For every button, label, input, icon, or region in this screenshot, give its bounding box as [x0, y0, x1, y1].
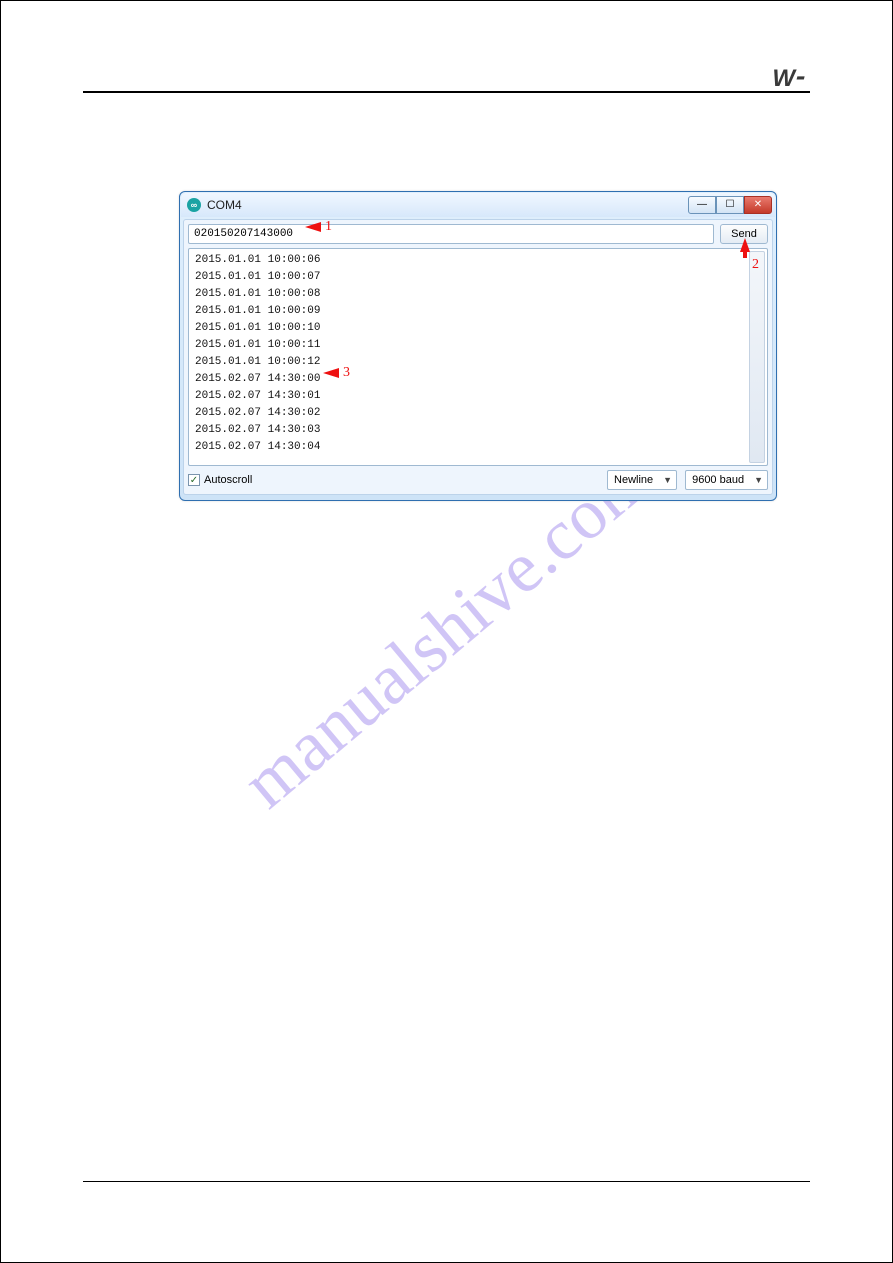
brand-glyph: W — [772, 65, 793, 92]
output-line: 2015.01.01 10:00:10 — [195, 320, 761, 337]
serial-monitor-window: ∞ COM4 — ☐ ✕ Send 2015.01.01 10:00:06 20… — [179, 191, 777, 501]
output-line: 2015.01.01 10:00:12 — [195, 354, 761, 371]
page-header-rule — [83, 73, 810, 93]
arduino-icon: ∞ — [187, 198, 201, 212]
page: W⁃ manualshive.com ∞ COM4 — ☐ ✕ Send 201… — [0, 0, 893, 1263]
output-line: 2015.01.01 10:00:11 — [195, 337, 761, 354]
titlebar[interactable]: ∞ COM4 — ☐ ✕ — [181, 193, 775, 217]
output-line: 2015.02.07 14:30:00 — [195, 371, 761, 388]
output-line: 2015.01.01 10:00:07 — [195, 269, 761, 286]
line-ending-value: Newline — [614, 474, 653, 486]
bottom-row: ✓ Autoscroll Newline ▼ 9600 baud ▼ — [188, 470, 768, 490]
serial-output[interactable]: 2015.01.01 10:00:06 2015.01.01 10:00:07 … — [188, 248, 768, 466]
output-line: 2015.01.01 10:00:08 — [195, 286, 761, 303]
annotation-arrow-1 — [305, 222, 321, 232]
window-content: Send 2015.01.01 10:00:06 2015.01.01 10:0… — [183, 219, 773, 495]
minimize-button[interactable]: — — [688, 196, 716, 214]
check-icon: ✓ — [188, 474, 200, 486]
autoscroll-label: Autoscroll — [204, 474, 252, 486]
chevron-down-icon: ▼ — [754, 475, 763, 485]
output-line: 2015.02.07 14:30:04 — [195, 439, 761, 456]
line-ending-select[interactable]: Newline ▼ — [607, 470, 677, 490]
baud-select[interactable]: 9600 baud ▼ — [685, 470, 768, 490]
output-line: 2015.01.01 10:00:09 — [195, 303, 761, 320]
output-line: 2015.02.07 14:30:02 — [195, 405, 761, 422]
annotation-num-2: 2 — [752, 257, 759, 273]
maximize-button[interactable]: ☐ — [716, 196, 744, 214]
annotation-num-1: 1 — [325, 219, 332, 235]
annotation-arrow-2-tail — [743, 252, 747, 258]
output-line: 2015.01.01 10:00:06 — [195, 252, 761, 269]
chevron-down-icon: ▼ — [663, 475, 672, 485]
annotation-num-3: 3 — [343, 365, 350, 381]
serial-input[interactable] — [188, 224, 714, 244]
annotation-arrow-2 — [740, 238, 750, 252]
baud-value: 9600 baud — [692, 474, 744, 486]
window-buttons: — ☐ ✕ — [688, 196, 772, 214]
output-line: 2015.02.07 14:30:01 — [195, 388, 761, 405]
window-title: COM4 — [207, 198, 688, 212]
close-button[interactable]: ✕ — [744, 196, 772, 214]
annotation-arrow-3 — [323, 368, 339, 378]
output-line: 2015.02.07 14:30:03 — [195, 422, 761, 439]
autoscroll-checkbox[interactable]: ✓ Autoscroll — [188, 474, 252, 486]
page-footer-rule — [83, 1181, 810, 1182]
brand-logo: W⁃ — [772, 65, 802, 93]
send-row: Send — [188, 224, 768, 244]
